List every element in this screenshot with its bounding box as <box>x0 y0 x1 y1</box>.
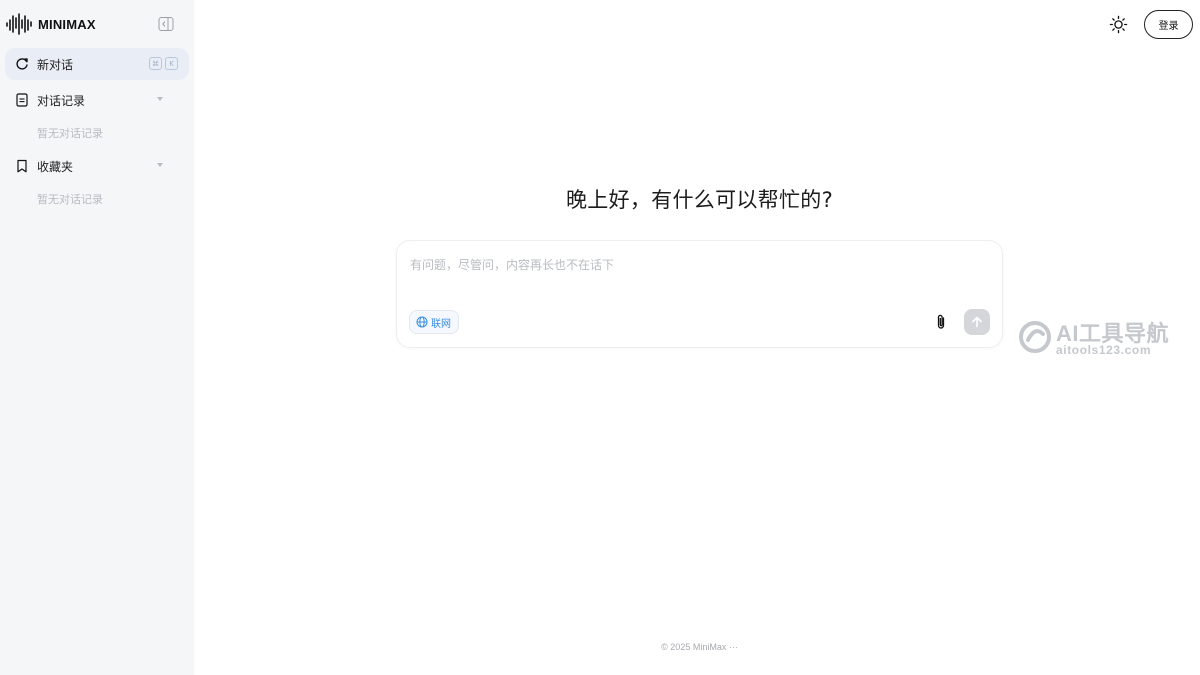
minimax-logo-icon <box>6 13 32 35</box>
refresh-chat-icon <box>16 58 28 70</box>
chevron-down-icon[interactable] <box>157 97 163 101</box>
document-icon <box>16 93 28 107</box>
paperclip-icon[interactable] <box>933 313 949 331</box>
watermark-url: aitools123.com <box>1056 343 1152 357</box>
web-search-label: 联网 <box>431 318 451 330</box>
globe-icon <box>416 316 428 328</box>
watermark: AI工具导航 aitools123.com <box>1018 316 1183 360</box>
shortcut-key-k: K <box>165 57 178 70</box>
favorites-empty-note: 暂无对话记录 <box>37 193 103 206</box>
sidebar-item-favorites[interactable]: 收藏夹 <box>5 148 189 184</box>
history-label: 对话记录 <box>37 93 86 108</box>
chat-input[interactable] <box>410 255 970 275</box>
brand: MINIMAX <box>5 0 189 48</box>
bookmark-icon <box>17 159 27 173</box>
history-empty-note: 暂无对话记录 <box>37 127 103 140</box>
greeting-title: 晚上好，有什么可以帮忙的? <box>565 188 834 212</box>
web-search-toggle[interactable]: 联网 <box>409 310 459 334</box>
shortcut-key-cmd: ⌘ <box>149 57 162 70</box>
footer-copyright: © 2025 MiniMax ··· <box>661 642 738 652</box>
chevron-down-icon[interactable] <box>157 163 163 167</box>
sidebar: MINIMAX 新对话 ⌘ K 对话记录 暂无对话记录 收藏夹 暂无对话记录 <box>0 0 194 675</box>
sidebar-item-history[interactable]: 对话记录 <box>5 82 189 118</box>
shortcut-hint: ⌘ K <box>149 57 178 70</box>
watermark-logo-icon <box>1019 321 1051 353</box>
new-chat-button[interactable]: 新对话 ⌘ K <box>5 48 189 80</box>
sun-icon[interactable] <box>1109 15 1128 34</box>
collapse-sidebar-icon[interactable] <box>158 16 174 32</box>
brand-name: MINIMAX <box>38 16 96 32</box>
arrow-up-icon <box>972 316 982 328</box>
send-button[interactable] <box>964 309 990 335</box>
login-button[interactable]: 登录 <box>1144 10 1193 39</box>
new-chat-label: 新对话 <box>37 57 74 72</box>
favorites-label: 收藏夹 <box>37 159 74 174</box>
chat-composer: 联网 <box>396 240 1003 348</box>
